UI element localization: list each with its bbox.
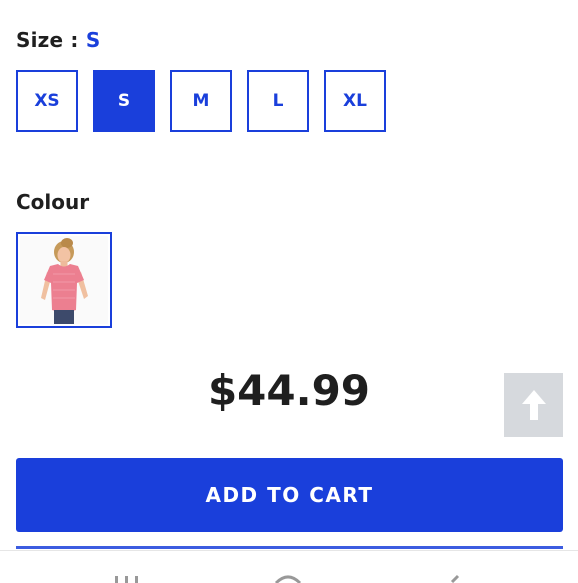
pink-tshirt-thumbnail: [20, 236, 108, 324]
size-option-xs[interactable]: XS: [16, 70, 78, 132]
size-option-s[interactable]: S: [93, 70, 155, 132]
size-option-m[interactable]: M: [170, 70, 232, 132]
add-to-cart-button[interactable]: ADD TO CART: [16, 458, 563, 532]
home-icon[interactable]: [273, 573, 303, 583]
product-price: $44.99: [207, 366, 371, 415]
colour-heading: Colour: [16, 190, 90, 214]
size-options: XS S M L XL: [16, 70, 401, 132]
arrow-up-icon: [521, 390, 546, 420]
bottom-navigation-bar: [0, 550, 578, 583]
size-option-xl[interactable]: XL: [324, 70, 386, 132]
size-heading: Size : S: [16, 28, 100, 52]
secondary-button-edge: [16, 546, 563, 549]
scroll-to-top-button[interactable]: [504, 373, 563, 437]
size-option-l[interactable]: L: [247, 70, 309, 132]
colour-swatch-pink[interactable]: [16, 232, 112, 328]
menu-icon[interactable]: [112, 573, 142, 583]
size-label: Size :: [16, 28, 79, 52]
selected-size: S: [85, 28, 101, 52]
back-icon[interactable]: [441, 573, 471, 583]
